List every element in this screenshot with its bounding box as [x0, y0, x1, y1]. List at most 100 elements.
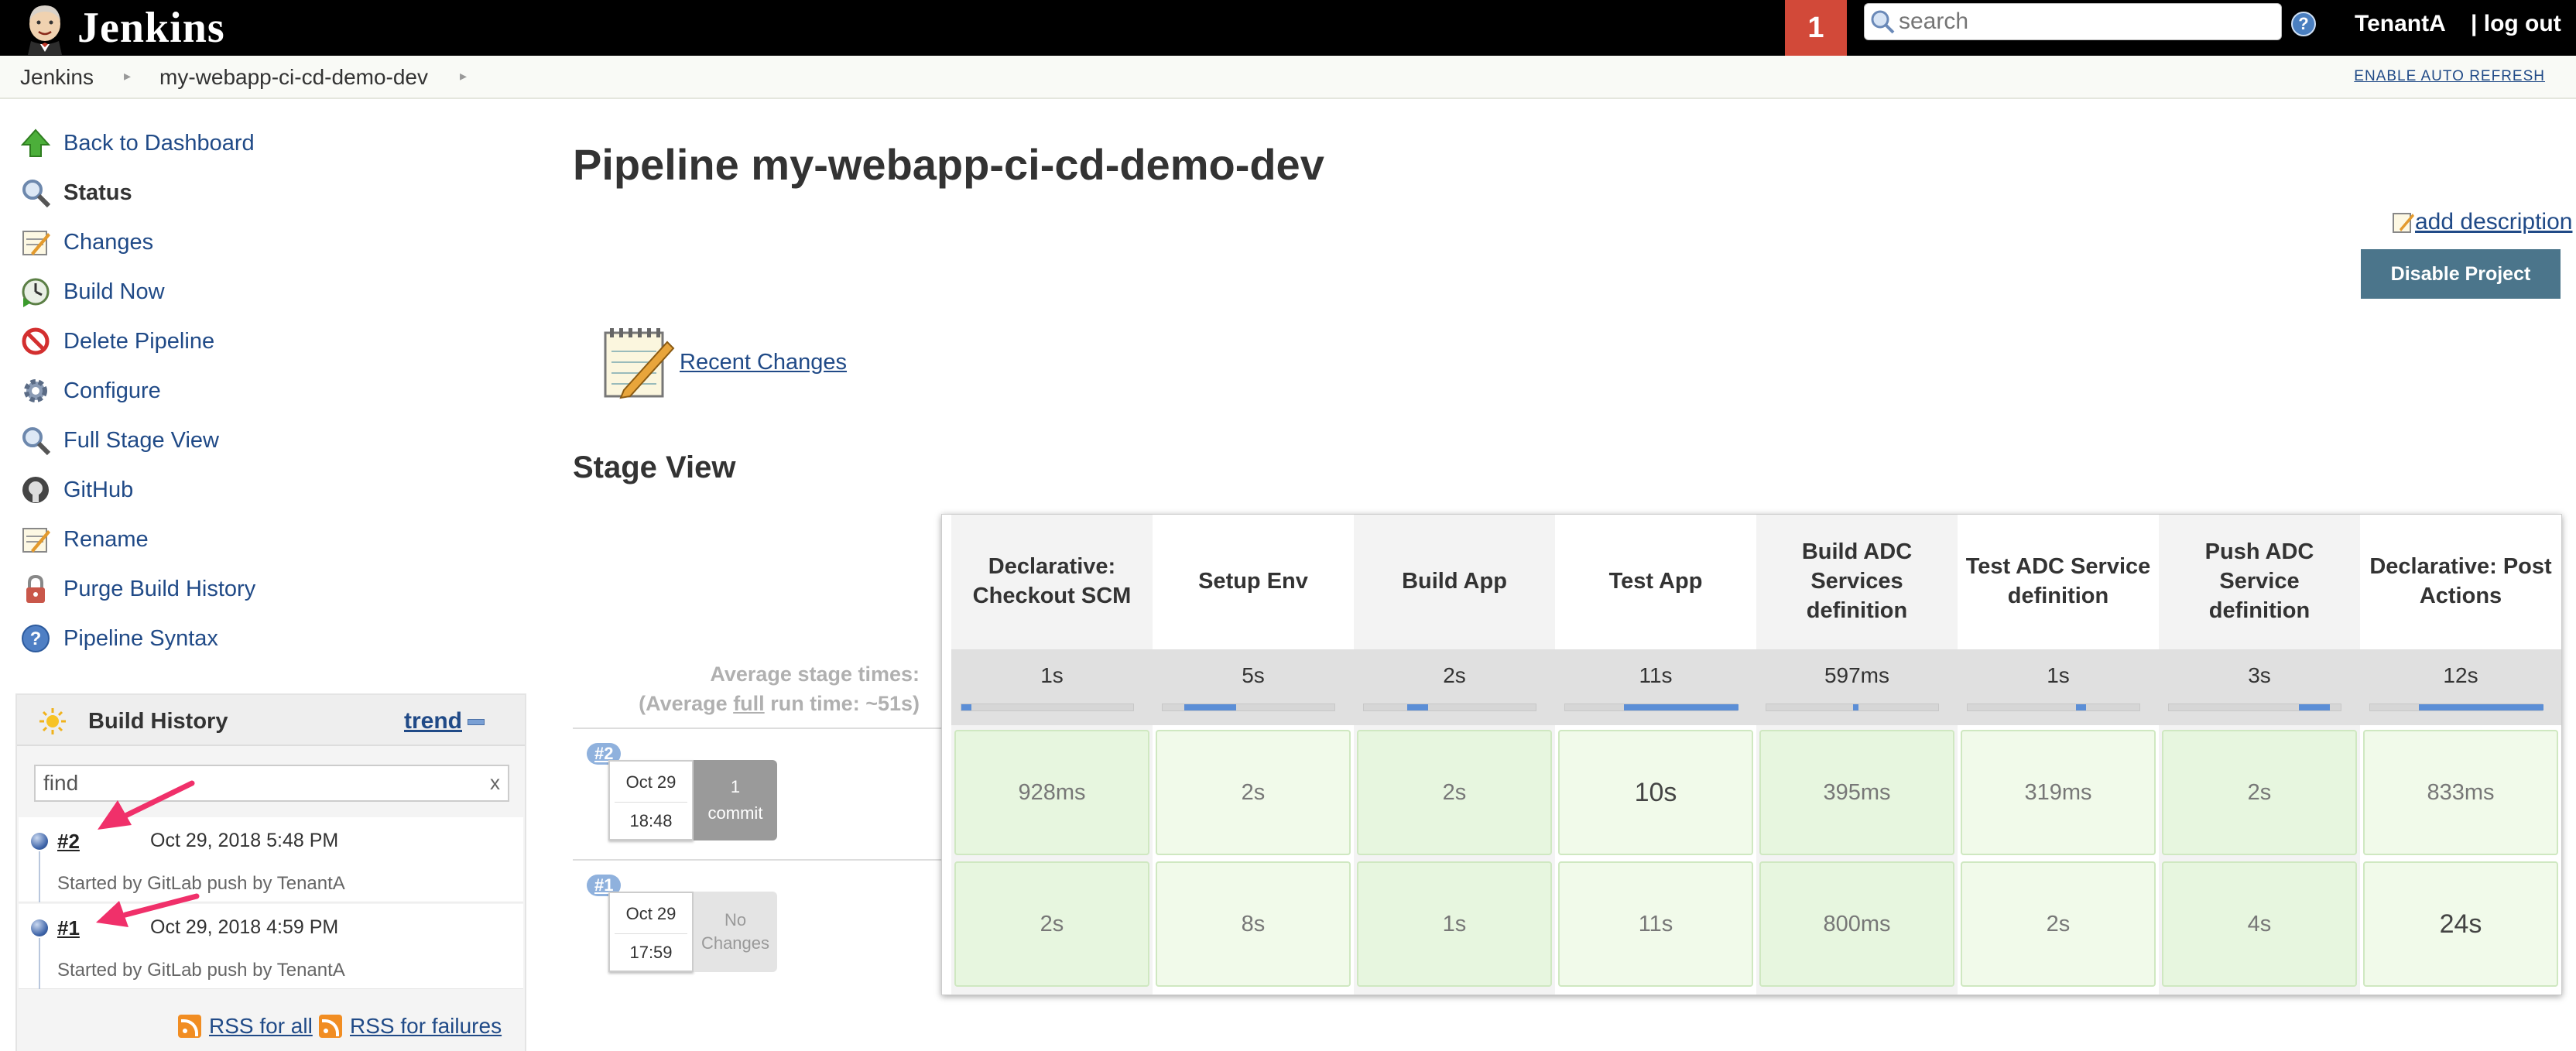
rss-failures-label[interactable]: RSS for failures	[350, 1014, 502, 1039]
breadcrumb-jenkins[interactable]: Jenkins	[20, 65, 94, 90]
breadcrumb-pipeline[interactable]: my-webapp-ci-cd-demo-dev	[159, 65, 428, 90]
stage-column: Setup Env 5s 2s 8s	[1153, 515, 1354, 995]
task-build-now[interactable]: Build Now	[19, 272, 165, 311]
disable-project-button[interactable]: Disable Project	[2361, 249, 2561, 299]
stage-cell[interactable]: 1s	[1357, 861, 1552, 987]
stage-average-bar-fill	[961, 704, 971, 710]
task-pipeline-syntax[interactable]: ? Pipeline Syntax	[19, 619, 218, 658]
stage-average: 12s	[2360, 649, 2561, 725]
task-changes[interactable]: Changes	[19, 223, 153, 262]
stage-average-bar-fill	[1407, 704, 1428, 710]
stage-header: Test ADC Service definition	[1965, 554, 2151, 608]
stage-cell[interactable]: 4s	[2162, 861, 2357, 987]
search-input[interactable]	[1899, 9, 2270, 35]
stage-cell[interactable]: 395ms	[1759, 730, 1954, 855]
build-number-link[interactable]: #2	[57, 830, 80, 854]
rss-failures-link[interactable]: RSS for failures	[319, 1014, 502, 1039]
add-description-link[interactable]: add description	[2392, 209, 2572, 235]
jenkins-logo[interactable]: Jenkins	[20, 0, 225, 56]
clock-play-icon	[19, 275, 53, 309]
run-row-1[interactable]: #1 Oct 29 17:59 No Changes	[573, 859, 941, 989]
stage-average-time: 3s	[2248, 663, 2271, 687]
stage-header: Declarative: Checkout SCM	[972, 554, 1132, 608]
stage-header: Build ADC Services definition	[1801, 539, 1913, 623]
stage-average-bar-fill	[1184, 704, 1236, 710]
run-row-2[interactable]: #2 Oct 29 18:48 1 commit	[573, 727, 941, 858]
stage-column: Build App 2s 2s 1s	[1354, 515, 1555, 995]
stage-average-bar-fill	[1853, 704, 1858, 710]
task-label[interactable]: Changes	[63, 230, 153, 255]
stage-cell[interactable]: 8s	[1156, 861, 1351, 987]
task-purge-build-history[interactable]: Purge Build History	[19, 570, 255, 608]
magnifier-icon	[19, 176, 53, 210]
stage-average-bar	[1766, 704, 1939, 711]
task-full-stage-view[interactable]: Full Stage View	[19, 421, 219, 460]
task-label[interactable]: Status	[63, 180, 132, 206]
status-ball-icon	[31, 833, 48, 850]
task-label[interactable]: Back to Dashboard	[63, 131, 255, 156]
stage-view-title: Stage View	[573, 450, 736, 484]
stage-column: Declarative: Checkout SCM 1s 928ms 2s	[951, 515, 1153, 995]
stage-column: Test App 11s 10s 11s	[1555, 515, 1756, 995]
stage-cell[interactable]: 2s	[2162, 730, 2357, 855]
stage-cell[interactable]: 2s	[1156, 730, 1351, 855]
stage-cell[interactable]: 11s	[1558, 861, 1753, 987]
build-number-link[interactable]: #1	[57, 916, 80, 940]
logout-link[interactable]: | log out	[2471, 11, 2561, 37]
trend-link[interactable]: trend	[404, 708, 462, 734]
task-delete-pipeline[interactable]: Delete Pipeline	[19, 322, 214, 361]
stage-cell[interactable]: 800ms	[1759, 861, 1954, 987]
changes-badge[interactable]: 1 commit	[694, 760, 777, 840]
gear-icon	[19, 374, 53, 408]
task-label[interactable]: Rename	[63, 527, 149, 553]
stage-cell[interactable]: 319ms	[1961, 730, 2156, 855]
changes-badge[interactable]: No Changes	[694, 892, 777, 972]
stage-cell[interactable]: 10s	[1558, 730, 1753, 855]
help-icon[interactable]: ?	[2291, 12, 2316, 36]
avg-line-1: Average stage times:	[710, 662, 920, 686]
stage-average-time: 11s	[1639, 663, 1673, 687]
task-label[interactable]: Configure	[63, 378, 161, 404]
annotation-arrow-icon	[98, 780, 195, 830]
status-ball-icon	[31, 919, 48, 936]
rss-all-link[interactable]: RSS for all	[178, 1014, 313, 1039]
stage-cell[interactable]: 928ms	[954, 730, 1149, 855]
stage-average-bar	[1967, 704, 2140, 711]
collapse-icon[interactable]	[468, 719, 485, 725]
search-box[interactable]	[1864, 3, 2282, 40]
task-back-to-dashboard[interactable]: Back to Dashboard	[19, 124, 255, 163]
stage-cell[interactable]: 2s	[1961, 861, 2156, 987]
breadcrumb-arrow-icon[interactable]: ▸	[460, 68, 467, 84]
add-description-label[interactable]: add description	[2415, 209, 2572, 235]
recent-changes-link[interactable]: Recent Changes	[601, 325, 847, 399]
task-label[interactable]: Delete Pipeline	[63, 329, 214, 354]
notepad-icon	[19, 225, 53, 259]
stage-cell[interactable]: 2s	[954, 861, 1149, 987]
sun-icon	[37, 706, 68, 741]
task-configure[interactable]: Configure	[19, 371, 161, 410]
breadcrumb-arrow-icon[interactable]: ▸	[124, 68, 131, 84]
stage-header: Declarative: Post Actions	[2369, 554, 2552, 608]
task-status[interactable]: Status	[19, 173, 132, 212]
stage-cell[interactable]: 833ms	[2363, 730, 2558, 855]
user-link[interactable]: TenantA	[2355, 11, 2446, 37]
stage-cell[interactable]: 2s	[1357, 730, 1552, 855]
recent-changes-label[interactable]: Recent Changes	[680, 350, 847, 375]
stage-average: 597ms	[1756, 649, 1958, 725]
stage-average: 1s	[1958, 649, 2159, 725]
task-label[interactable]: Pipeline Syntax	[63, 626, 218, 652]
clear-find-icon[interactable]: x	[490, 771, 500, 795]
enable-auto-refresh-link[interactable]: ENABLE AUTO REFRESH	[2354, 68, 2545, 85]
logout-label[interactable]: log out	[2484, 11, 2561, 36]
task-rename[interactable]: Rename	[19, 520, 149, 559]
task-github[interactable]: GitHub	[19, 471, 133, 509]
notification-badge[interactable]: 1	[1785, 0, 1847, 56]
stage-cell[interactable]: 24s	[2363, 861, 2558, 987]
task-label[interactable]: Build Now	[63, 279, 165, 305]
stage-average: 5s	[1153, 649, 1354, 725]
stage-average-bar	[1363, 704, 1536, 711]
task-label[interactable]: Full Stage View	[63, 428, 219, 454]
task-label[interactable]: GitHub	[63, 478, 133, 503]
task-label[interactable]: Purge Build History	[63, 577, 255, 602]
rss-all-label[interactable]: RSS for all	[209, 1014, 313, 1039]
